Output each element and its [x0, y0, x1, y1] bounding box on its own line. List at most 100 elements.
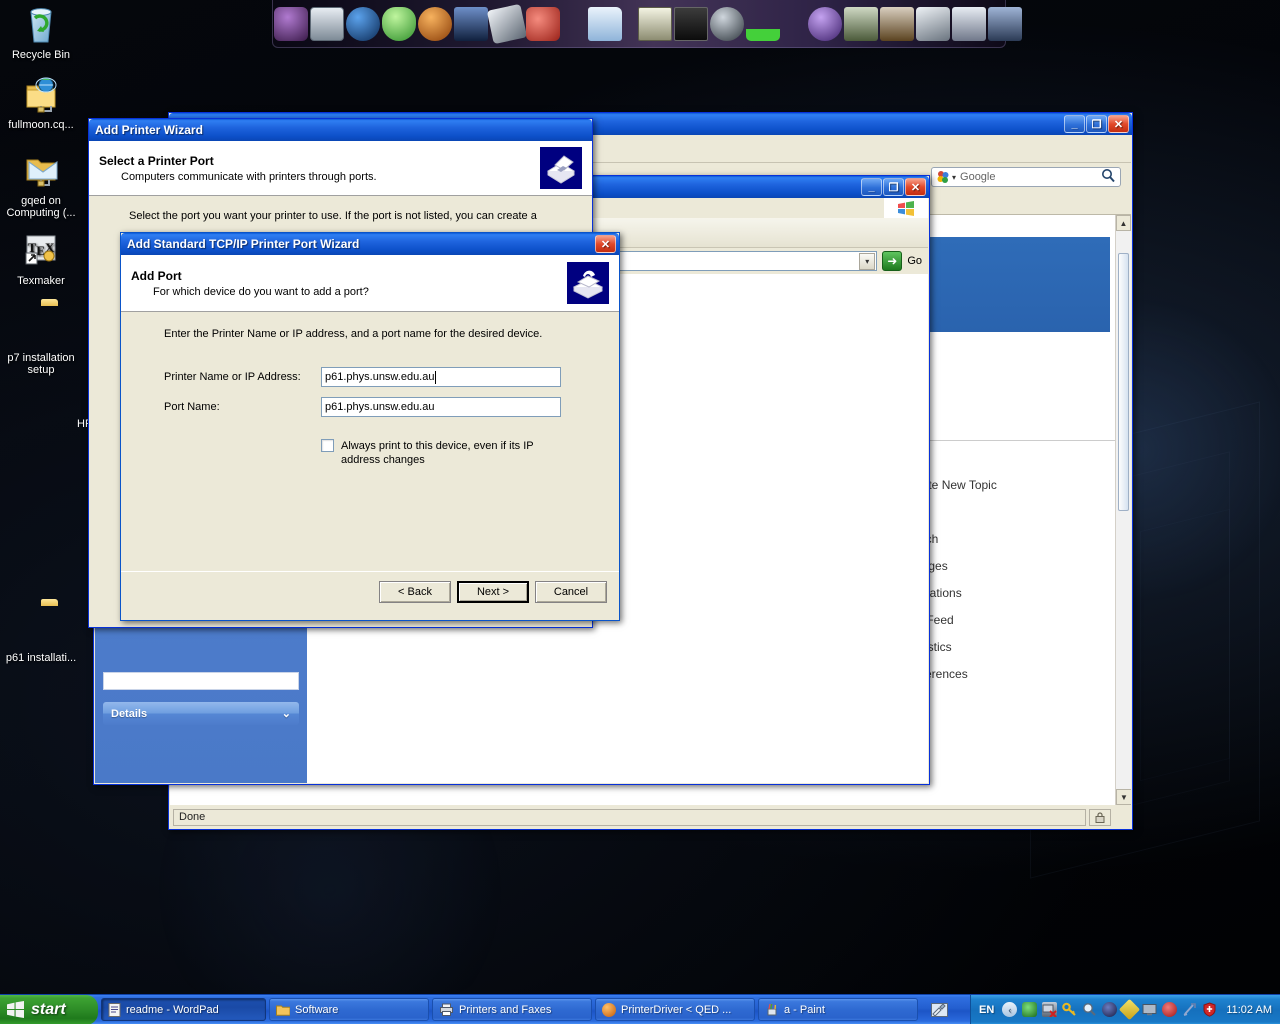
wiki-nav-item[interactable]: S Feed [915, 607, 1115, 634]
web-folder-icon [0, 72, 82, 116]
desktop-icon-fullmoon[interactable]: fullmoon.cq... [0, 72, 82, 131]
browser-minimize-button[interactable]: _ [1064, 115, 1085, 133]
dock-item-lightning[interactable] [808, 6, 842, 41]
desktop-icon-gqed[interactable]: gqed on Computing (... [0, 148, 82, 219]
go-button-label[interactable]: Go [907, 255, 922, 267]
red-shield-icon[interactable] [1202, 1002, 1217, 1017]
desktop-icon-p7-installation[interactable]: p7 installation setup [0, 305, 82, 376]
chevron-down-icon[interactable]: ▾ [952, 173, 956, 182]
dock-item-messenger[interactable] [382, 6, 416, 41]
dock-item-xmms[interactable] [274, 6, 308, 41]
taskbar[interactable]: start readme - WordPad Software Printers… [0, 994, 1280, 1024]
wiki-nav-item[interactable]: ex [915, 499, 1115, 526]
browser-vertical-scrollbar[interactable]: ▲ ▼ [1115, 215, 1131, 805]
chevron-down-icon[interactable]: ▾ [859, 252, 876, 270]
printers-maximize-button[interactable]: ❐ [883, 178, 904, 196]
browser-search-box[interactable]: ▾ Google [931, 167, 1121, 187]
wiki-nav-item[interactable]: eferences [915, 661, 1115, 688]
side-pane-field[interactable] [103, 672, 299, 690]
wiki-nav-item[interactable]: er [915, 407, 1115, 434]
add-printer-wizard-banner: Select a Printer Port Computers communic… [89, 141, 592, 196]
key-icon[interactable] [1062, 1002, 1077, 1017]
lock-icon [1089, 808, 1111, 826]
scroll-down-button[interactable]: ▼ [1116, 789, 1131, 805]
task-a-paint[interactable]: a - Paint [758, 998, 918, 1021]
desktop-icon-recycle-bin[interactable]: Recycle Bin [0, 2, 82, 61]
dock-item-calculator[interactable] [638, 6, 672, 41]
tcpip-wizard-close-button[interactable]: ✕ [595, 235, 616, 253]
wiki-nav-item[interactable]: arch [915, 526, 1115, 553]
task-readme-wordpad[interactable]: readme - WordPad [101, 998, 266, 1021]
dock-item-scanner[interactable] [486, 3, 528, 44]
browser-maximize-button[interactable]: ❐ [1086, 115, 1107, 133]
sword-icon[interactable] [1182, 1002, 1197, 1017]
dock-item-clock[interactable] [674, 6, 708, 41]
dock-item-display-prefs[interactable] [988, 6, 1022, 41]
monitor-icon[interactable] [1142, 1002, 1157, 1017]
dock-item-paint[interactable] [526, 6, 560, 41]
yellow-diamond-icon[interactable] [1119, 998, 1141, 1021]
desktop-icon-label: p61 installati... [5, 652, 77, 664]
add-printer-wizard-titlebar[interactable]: Add Printer Wizard [89, 119, 592, 141]
details-section-header[interactable]: Details ⌄ [103, 702, 299, 725]
search-magnifier-icon[interactable] [1101, 168, 1116, 186]
port-name-label: Port Name: [164, 401, 220, 413]
divider [915, 440, 1115, 441]
disc-icon[interactable] [1102, 1002, 1118, 1017]
show-hidden-icons-button[interactable]: ‹ [1002, 1002, 1018, 1017]
dock-item-office[interactable] [952, 6, 986, 41]
printers-close-button[interactable]: ✕ [905, 178, 926, 196]
windows-flag-logo [884, 198, 928, 218]
system-tray[interactable]: EN ‹ 11:02 AM [970, 994, 1280, 1024]
desktop-icon-texmaker[interactable]: TEX Texmaker [0, 228, 82, 287]
printer-name-or-ip-input[interactable]: p61.phys.unsw.edu.au [321, 367, 561, 387]
scrollbar-thumb[interactable] [1118, 253, 1129, 511]
wiki-nav-item[interactable]: atistics [915, 634, 1115, 661]
printers-minimize-button[interactable]: _ [861, 178, 882, 196]
wiki-nav-item[interactable]: anges [915, 553, 1115, 580]
cancel-button[interactable]: Cancel [535, 581, 607, 603]
port-name-input[interactable]: p61.phys.unsw.edu.au [321, 397, 561, 417]
network-error-icon[interactable] [1042, 1002, 1058, 1018]
always-print-row[interactable]: Always print to this device, even if its… [321, 439, 599, 467]
texmaker-icon: TEX [0, 228, 82, 272]
desktop-icon-p61-installation[interactable]: p61 installati... [0, 605, 82, 664]
dock-item-firefox[interactable] [418, 6, 452, 41]
application-dock[interactable] [272, 0, 1022, 48]
no-entry-icon[interactable] [1162, 1002, 1178, 1017]
always-print-checkbox[interactable] [321, 439, 334, 452]
back-button[interactable]: < Back [379, 581, 451, 603]
clock[interactable]: 11:02 AM [1226, 1004, 1272, 1016]
magnifier-icon[interactable] [1082, 1002, 1097, 1017]
dock-item-documents[interactable] [588, 6, 622, 41]
browser-close-button[interactable]: ✕ [1108, 115, 1129, 133]
dock-item-computer[interactable] [310, 6, 344, 41]
tcpip-wizard-titlebar[interactable]: Add Standard TCP/IP Printer Port Wizard … [121, 233, 619, 255]
quicklaunch-paint-icon[interactable] [926, 999, 952, 1021]
task-software[interactable]: Software [269, 998, 429, 1021]
dock-item-movie-player[interactable] [454, 6, 488, 41]
start-button[interactable]: start [0, 994, 98, 1024]
dock-item-system-monitor[interactable] [746, 6, 780, 41]
task-printers-and-faxes[interactable]: Printers and Faxes [432, 998, 592, 1021]
scroll-up-button[interactable]: ▲ [1116, 215, 1131, 231]
recycle-bin-icon [0, 2, 82, 46]
go-arrow-icon[interactable]: ➜ [882, 251, 903, 271]
wiki-nav-item[interactable]: ifications [915, 580, 1115, 607]
language-indicator[interactable]: EN [979, 1004, 994, 1016]
speaker-icon[interactable] [1022, 1002, 1038, 1017]
wiki-nav-item[interactable]: eate New Topic [915, 472, 1115, 499]
dock-item-radioactive[interactable] [880, 6, 914, 41]
dock-item-drive[interactable] [916, 6, 950, 41]
wiki-nav-list[interactable]: er ox eate New Topic ex arch anges ifica… [915, 407, 1115, 753]
tcpip-port-wizard[interactable]: Add Standard TCP/IP Printer Port Wizard … [120, 232, 620, 621]
dock-item-power[interactable] [710, 6, 744, 41]
browser-status-bar: Done [170, 806, 1131, 828]
dock-item-thunderbird[interactable] [346, 6, 380, 41]
dock-item-chemistry[interactable] [844, 6, 878, 41]
wiki-nav-item[interactable]: D [915, 726, 1115, 753]
task-printerdriver-qed[interactable]: PrinterDriver < QED ... [595, 998, 755, 1021]
next-button[interactable]: Next > [457, 581, 529, 603]
chevron-double-down-icon[interactable]: ⌄ [282, 707, 291, 720]
